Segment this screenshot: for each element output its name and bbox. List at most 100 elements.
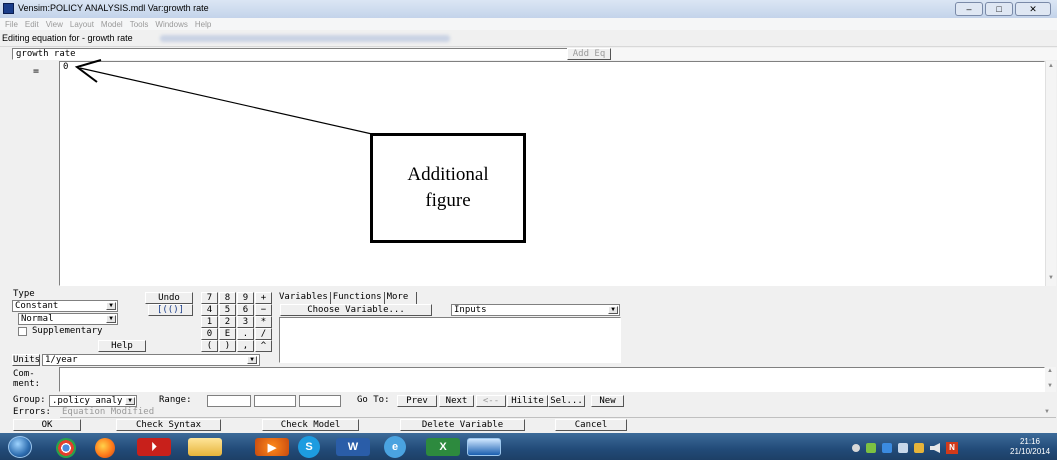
range-min-field[interactable] [207, 395, 251, 407]
tray-shield-icon[interactable] [882, 443, 892, 453]
subtype-select[interactable]: Normal [18, 313, 118, 325]
clock-date: 21/10/2014 [1010, 447, 1051, 456]
supplementary-label: Supplementary [32, 326, 103, 336]
comment-label: Com- ment: [13, 369, 41, 389]
sel-button[interactable]: Sel... [548, 395, 585, 407]
key-0[interactable]: 0 [201, 328, 218, 340]
tray-flag-icon[interactable] [914, 443, 924, 453]
ie-icon[interactable]: e [384, 436, 406, 458]
prev-button[interactable]: Prev [397, 395, 437, 407]
key-divide[interactable]: / [255, 328, 272, 340]
errors-label: Errors: [13, 407, 51, 417]
key-3[interactable]: 3 [237, 316, 254, 328]
key-4[interactable]: 4 [201, 304, 218, 316]
annotation-line-1: Additional [407, 164, 489, 185]
type-value: Constant [15, 301, 59, 311]
key-5[interactable]: 5 [219, 304, 236, 316]
group-dropdown-icon[interactable]: ▼ [125, 397, 135, 405]
units-dropdown-icon[interactable]: ▼ [247, 356, 257, 364]
range-label: Range: [159, 395, 192, 405]
cancel-button[interactable]: Cancel [555, 419, 627, 431]
comment-scroll-up-icon[interactable]: ▲ [1047, 368, 1053, 374]
excel-icon[interactable]: X [426, 438, 460, 456]
errors-value: Equation Modified [62, 407, 155, 417]
check-model-button[interactable]: Check Model [262, 419, 359, 431]
choose-variable-button[interactable]: Choose Variable... [280, 304, 432, 316]
language-icon[interactable]: N [946, 442, 958, 454]
acrobat-icon[interactable]: ⏵ [137, 438, 171, 456]
inputs-value: Inputs [454, 305, 487, 315]
clock[interactable]: 21:16 21/10/2014 [1010, 437, 1050, 457]
help-button[interactable]: Help [98, 340, 146, 352]
clock-time: 21:16 [1019, 437, 1041, 446]
tray-app-icon[interactable] [866, 443, 876, 453]
type-dropdown-icon[interactable]: ▼ [106, 302, 116, 310]
group-value: .policy analy [52, 396, 123, 406]
group-label: Group: [13, 395, 46, 405]
comment-scrollbar[interactable]: ▲ ▼ [1045, 367, 1056, 392]
range-max-field[interactable] [254, 395, 296, 407]
key-6[interactable]: 6 [237, 304, 254, 316]
tray-icons: N [852, 441, 1002, 455]
key-plus[interactable]: + [255, 292, 272, 304]
start-button[interactable] [8, 436, 32, 458]
key-2[interactable]: 2 [219, 316, 236, 328]
new-button[interactable]: New [591, 395, 624, 407]
keypad: 7 8 9 + 4 5 6 − 1 2 3 * 0 E . / ( ) , ^ [201, 292, 272, 353]
group-select[interactable]: .policy analy [49, 395, 137, 407]
next-button[interactable]: Next [439, 395, 474, 407]
undo-button[interactable]: Undo [145, 292, 193, 304]
annotation-line-2: figure [425, 190, 471, 211]
errors-dropdown-icon[interactable]: ▼ [1044, 409, 1050, 415]
key-1[interactable]: 1 [201, 316, 218, 328]
units-field[interactable]: 1/year [42, 354, 260, 366]
supplementary-checkbox[interactable] [18, 327, 27, 336]
subtype-dropdown-icon[interactable]: ▼ [106, 315, 116, 323]
check-syntax-button[interactable]: Check Syntax [116, 419, 221, 431]
back-button[interactable]: <-- [476, 395, 506, 407]
comment-scroll-down-icon[interactable]: ▼ [1047, 383, 1053, 389]
key-9[interactable]: 9 [237, 292, 254, 304]
key-close-paren[interactable]: ) [219, 340, 236, 352]
word-icon[interactable]: W [336, 438, 370, 456]
annotation-box: Additional figure [370, 133, 526, 243]
inputs-select[interactable]: Inputs [451, 304, 620, 316]
key-open-paren[interactable]: ( [201, 340, 218, 352]
type-label: Type [13, 289, 35, 299]
subtype-value: Normal [21, 314, 54, 324]
errors-field: Equation Modified ▼ [60, 407, 1056, 418]
key-8[interactable]: 8 [219, 292, 236, 304]
var-tabs: Variables Functions More [277, 292, 418, 304]
tray-arrow-icon[interactable] [852, 444, 860, 452]
goto-label: Go To: [357, 395, 390, 405]
range-step-field[interactable] [299, 395, 341, 407]
delete-variable-button[interactable]: Delete Variable [400, 419, 525, 431]
tab-functions[interactable]: Functions [331, 292, 385, 304]
type-select[interactable]: Constant [12, 300, 118, 312]
comment-field[interactable] [59, 367, 1045, 392]
firefox-icon[interactable] [95, 438, 115, 458]
ok-button[interactable]: OK [13, 419, 81, 431]
tray-network-icon[interactable] [898, 443, 908, 453]
key-7[interactable]: 7 [201, 292, 218, 304]
variable-list[interactable] [279, 317, 621, 363]
folder-icon[interactable] [188, 438, 222, 456]
units-value: 1/year [45, 355, 78, 365]
key-multiply[interactable]: * [255, 316, 272, 328]
key-dot[interactable]: . [237, 328, 254, 340]
inputs-dropdown-icon[interactable]: ▼ [608, 306, 618, 314]
vensim-icon[interactable] [467, 438, 501, 456]
key-power[interactable]: ^ [255, 340, 272, 352]
volume-icon[interactable] [930, 443, 940, 453]
key-minus[interactable]: − [255, 304, 272, 316]
paren-button[interactable]: [(()] [148, 304, 193, 316]
key-e[interactable]: E [219, 328, 236, 340]
units-button[interactable]: Units [12, 354, 40, 366]
key-comma[interactable]: , [237, 340, 254, 352]
tab-more[interactable]: More [385, 292, 418, 304]
chrome-icon[interactable] [56, 438, 76, 458]
media-player-icon[interactable]: ▶ [255, 438, 289, 456]
skype-icon[interactable]: S [298, 436, 320, 458]
hilite-button[interactable]: Hilite [507, 395, 548, 407]
tab-variables[interactable]: Variables [277, 292, 331, 304]
